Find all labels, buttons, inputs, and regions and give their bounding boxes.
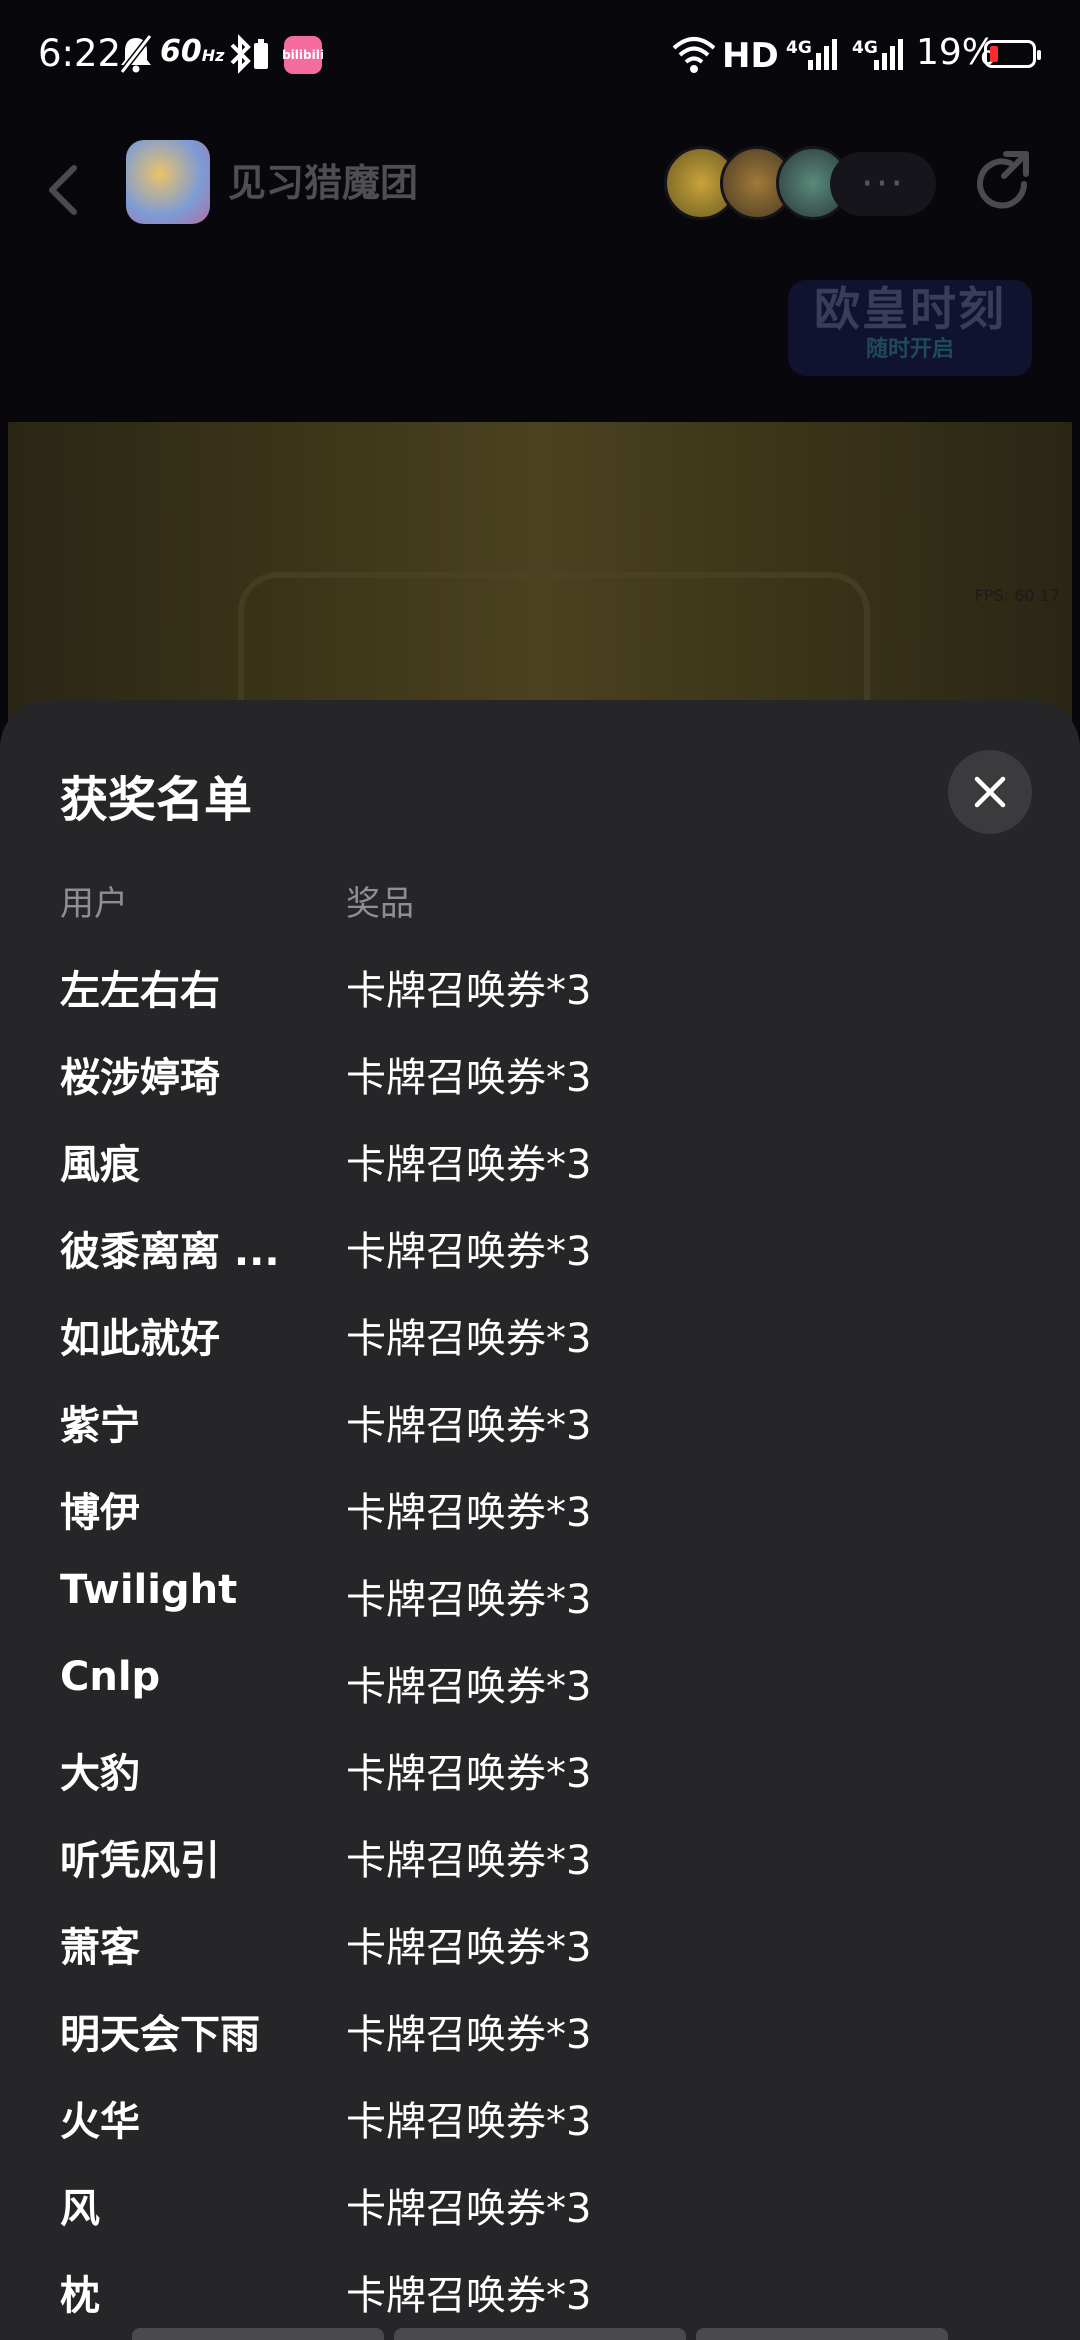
- winner-username: 博伊: [60, 1490, 140, 1536]
- winner-username: 風痕: [60, 1142, 140, 1188]
- winner-prize: 卡牌召唤券*3: [346, 1751, 592, 1797]
- game-viewport: FPS: 60.17: [8, 422, 1072, 744]
- mute-bell-icon: [118, 30, 154, 78]
- list-item: 風痕 卡牌召唤券*3: [0, 1122, 1080, 1209]
- game-icon[interactable]: [126, 140, 210, 224]
- wifi-icon: [672, 30, 716, 78]
- status-bar: 6:22 60Hz bilibili HD 4G 4G 19%: [0, 0, 1080, 112]
- bilibili-app-icon: bilibili: [282, 36, 324, 74]
- winner-prize: 卡牌召唤券*3: [346, 2012, 592, 2058]
- list-item: Twilight 卡牌召唤券*3: [0, 1557, 1080, 1644]
- list-item: 博伊 卡牌召唤券*3: [0, 1470, 1080, 1557]
- winner-username: 明天会下雨: [60, 2012, 260, 2058]
- list-item: 桜涉婷琦 卡牌召唤券*3: [0, 1035, 1080, 1122]
- bluetooth-battery-icon: [226, 30, 276, 78]
- winner-prize: 卡牌召唤券*3: [346, 1055, 592, 1101]
- battery-fill: [990, 46, 998, 62]
- winner-prize: 卡牌召唤券*3: [346, 1229, 592, 1275]
- list-item: 枕 卡牌召唤券*3: [0, 2253, 1080, 2340]
- winner-username: 萧客: [60, 1925, 140, 1971]
- winner-prize: 卡牌召唤券*3: [346, 1925, 592, 1971]
- chevron-left-icon: [49, 165, 77, 215]
- winners-sheet: 获奖名单 用户 奖品 左左右右 卡牌召唤券*3 桜涉婷琦 卡牌召唤券*3 風痕 卡牌召唤券…: [0, 700, 1080, 2340]
- list-item: 大豹 卡牌召唤券*3: [0, 1731, 1080, 1818]
- share-button[interactable]: [964, 146, 1040, 222]
- list-item: 火华 卡牌召唤券*3: [0, 2079, 1080, 2166]
- refresh-share-icon: [977, 151, 1029, 209]
- list-item: 彼黍离离 ... 卡牌召唤券*3: [0, 1209, 1080, 1296]
- winner-username: 枕: [60, 2273, 100, 2319]
- signal-1-icon: [806, 30, 840, 78]
- list-item: 听凭风引 卡牌召唤券*3: [0, 1818, 1080, 1905]
- signal-2-icon: [872, 30, 906, 78]
- fps-counter: FPS: 60.17: [974, 586, 1060, 605]
- winner-username: 大豹: [60, 1751, 140, 1797]
- battery-icon: [984, 40, 1041, 68]
- event-badge[interactable]: 欧皇时刻 随时开启: [788, 280, 1032, 376]
- winners-list[interactable]: 左左右右 卡牌召唤券*3 桜涉婷琦 卡牌召唤券*3 風痕 卡牌召唤券*3 彼黍离离 ... 卡…: [0, 948, 1080, 2340]
- winner-prize: 卡牌召唤券*3: [346, 1577, 592, 1623]
- winner-prize: 卡牌召唤券*3: [346, 1838, 592, 1884]
- winner-username: 风: [60, 2186, 100, 2232]
- winner-prize: 卡牌召唤券*3: [346, 1490, 592, 1536]
- winner-prize: 卡牌召唤券*3: [346, 2099, 592, 2145]
- list-item: 紫宁 卡牌召唤券*3: [0, 1383, 1080, 1470]
- winner-username: 听凭风引: [60, 1838, 220, 1884]
- winner-prize: 卡牌召唤券*3: [346, 2273, 592, 2319]
- list-item: Cnlp 卡牌召唤券*3: [0, 1644, 1080, 1731]
- winner-username: 桜涉婷琦: [60, 1055, 220, 1101]
- winner-username: 左左右右: [60, 968, 220, 1014]
- list-item: 明天会下雨 卡牌召唤券*3: [0, 1992, 1080, 2079]
- winner-username: Cnlp: [60, 1654, 161, 1700]
- column-header-user: 用户: [60, 884, 128, 924]
- event-subtitle: 随时开启: [865, 337, 954, 362]
- back-button[interactable]: [38, 150, 88, 230]
- list-item: 萧客 卡牌召唤券*3: [0, 1905, 1080, 1992]
- bottom-tab-peek: [132, 2328, 384, 2340]
- close-icon: [974, 776, 1006, 808]
- bottom-tab-peek: [696, 2328, 948, 2340]
- game-title: 见习猎魔团: [228, 161, 419, 205]
- app-header: 见习猎魔团 ··· 欧皇时刻 随时开启: [0, 112, 1080, 422]
- winner-prize: 卡牌召唤券*3: [346, 1403, 592, 1449]
- winner-username: 火华: [60, 2099, 140, 2145]
- status-time: 6:22: [38, 32, 122, 75]
- winner-username: 如此就好: [60, 1316, 220, 1362]
- list-item: 左左右右 卡牌召唤券*3: [0, 948, 1080, 1035]
- list-item: 风 卡牌召唤券*3: [0, 2166, 1080, 2253]
- winner-prize: 卡牌召唤券*3: [346, 1664, 592, 1710]
- winner-prize: 卡牌召唤券*3: [346, 1316, 592, 1362]
- list-item: 如此就好 卡牌召唤券*3: [0, 1296, 1080, 1383]
- bottom-tab-peek: [394, 2328, 686, 2340]
- screen: 6:22 60Hz bilibili HD 4G 4G 19% 见习猎魔团 ··…: [0, 0, 1080, 2340]
- refresh-rate: 60Hz: [160, 34, 225, 69]
- column-header-prize: 奖品: [346, 884, 414, 924]
- winner-prize: 卡牌召唤券*3: [346, 1142, 592, 1188]
- sheet-title: 获奖名单: [60, 772, 253, 828]
- winner-prize: 卡牌召唤券*3: [346, 2186, 592, 2232]
- hd-voice-indicator: HD: [722, 36, 779, 76]
- winner-username: Twilight: [60, 1567, 238, 1613]
- close-button[interactable]: [948, 750, 1032, 834]
- winner-username: 紫宁: [60, 1403, 140, 1449]
- winner-username: 彼黍离离 ...: [60, 1229, 280, 1275]
- more-button[interactable]: ···: [830, 152, 936, 216]
- event-title: 欧皇时刻: [814, 282, 1006, 336]
- winner-prize: 卡牌召唤券*3: [346, 968, 592, 1014]
